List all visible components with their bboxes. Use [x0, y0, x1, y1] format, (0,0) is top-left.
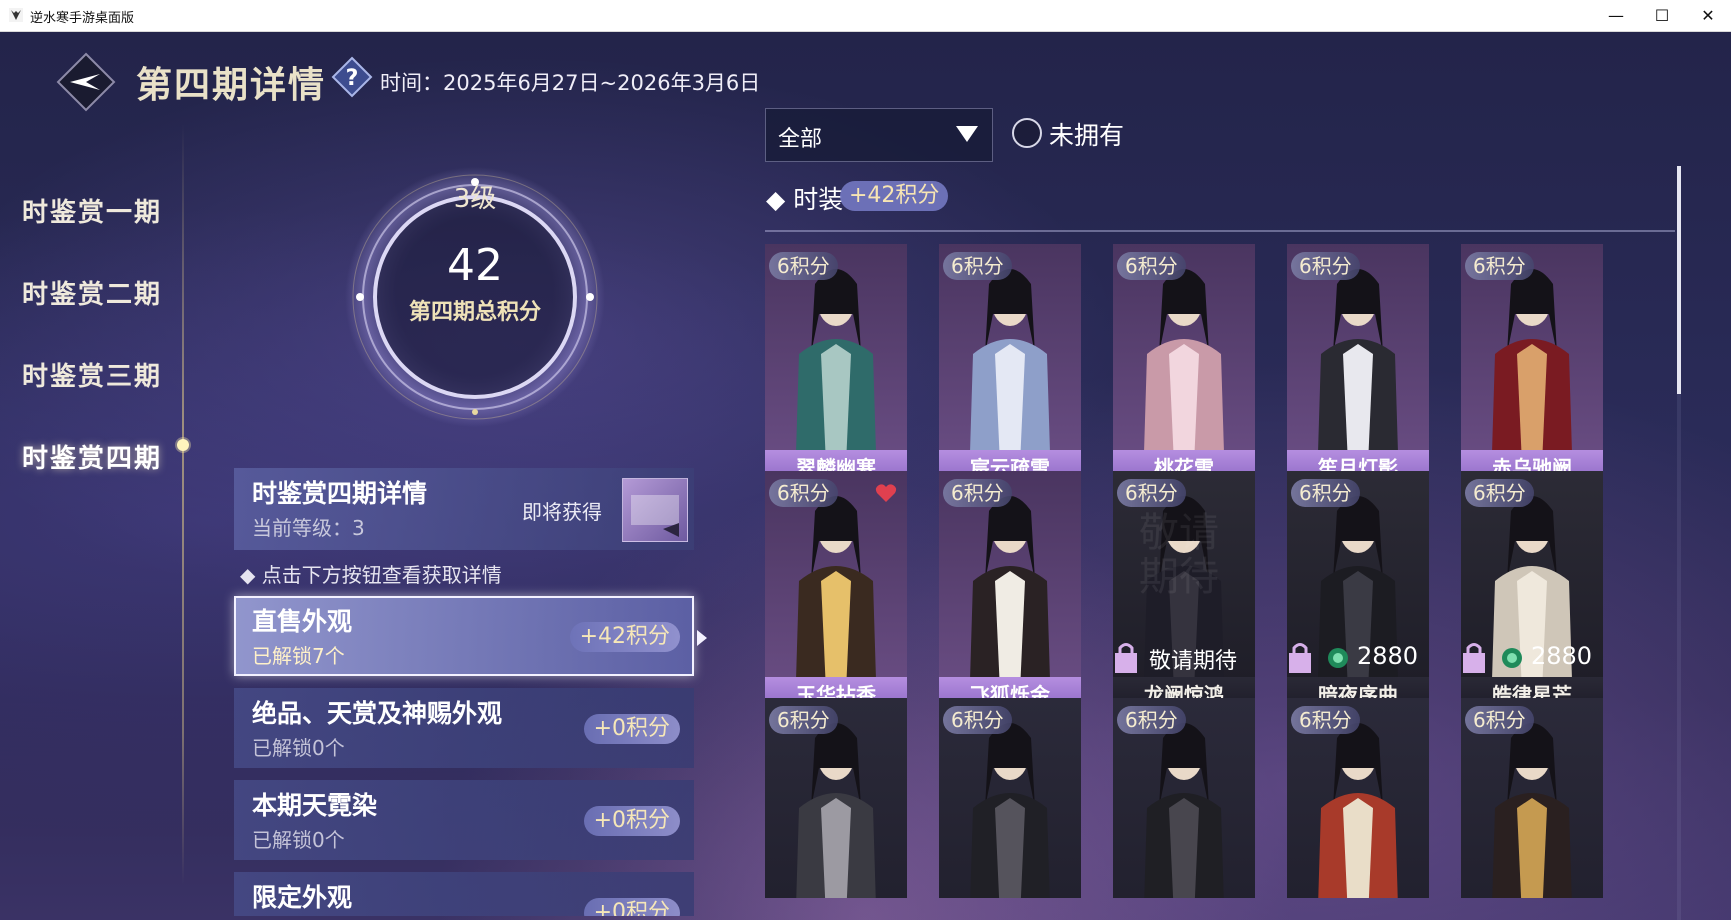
filter-dropdown[interactable]: 全部	[765, 108, 993, 162]
window-titlebar: 逆水寒手游桌面版 — ☐ ✕	[0, 0, 1731, 32]
outfit-card[interactable]: 6积分 赤乌驰阙	[1461, 244, 1603, 486]
score-total: 42	[447, 240, 503, 291]
points-badge: 6积分	[769, 252, 838, 280]
section-divider	[765, 230, 1675, 232]
points-badge: 6积分	[769, 479, 838, 507]
points-badge: 6积分	[1117, 479, 1186, 507]
outfit-card[interactable]: 6积分	[1113, 698, 1255, 898]
category-limited[interactable]: 限定外观 +0积分	[234, 872, 694, 916]
category-title: 直售外观	[252, 607, 353, 636]
app-icon	[9, 8, 23, 22]
window-title: 逆水寒手游桌面版	[30, 11, 135, 26]
category-sub: 已解锁7个	[252, 644, 345, 668]
points-badge: 6积分	[943, 479, 1012, 507]
category-points: +0积分	[583, 714, 680, 744]
hint-text: ◆ 点击下方按钮查看获取详情	[240, 563, 502, 587]
category-points: +42积分	[569, 622, 680, 652]
points-badge: 6积分	[1465, 706, 1534, 734]
coming-soon-text: 敬请期待	[1149, 649, 1238, 674]
points-badge: 6积分	[943, 706, 1012, 734]
category-title: 绝品、天赏及神赐外观	[252, 699, 503, 728]
unowned-label[interactable]: 未拥有	[1049, 116, 1124, 152]
dropdown-arrow-icon	[956, 126, 978, 142]
category-points: +0积分	[583, 898, 680, 916]
maximize-button[interactable]: ☐	[1639, 0, 1685, 31]
jade-currency-icon	[1502, 648, 1522, 668]
game-stage: 第四期详情 ? 时间：2025年6月27日~2026年3月6日 时鉴赏一期 时鉴…	[0, 32, 1731, 920]
svg-text:?: ?	[346, 66, 359, 91]
nav-divider	[182, 124, 184, 884]
points-badge: 6积分	[1117, 252, 1186, 280]
help-question-icon[interactable]: ?	[331, 56, 373, 98]
score-label: 第四期总积分	[408, 299, 541, 325]
nav-item-period-2[interactable]: 时鉴赏二期	[22, 274, 162, 311]
points-badge: 6积分	[769, 706, 838, 734]
unowned-radio[interactable]	[1012, 118, 1042, 148]
section-title: ◆ 时装	[766, 185, 844, 214]
reward-card-icon	[631, 495, 679, 537]
lock-icon	[1115, 643, 1137, 673]
nav-item-period-1[interactable]: 时鉴赏一期	[22, 192, 162, 229]
detail-title: 时鉴赏四期详情	[252, 479, 428, 508]
lock-icon	[1289, 643, 1311, 673]
outfit-card[interactable]: 6积分 飞狐烁金	[939, 471, 1081, 713]
minimize-button[interactable]: —	[1593, 0, 1639, 31]
section-title-text: 时装	[793, 185, 844, 214]
points-badge: 6积分	[943, 252, 1012, 280]
category-premium[interactable]: 绝品、天赏及神赐外观 已解锁0个 +0积分	[234, 688, 694, 768]
outfit-card[interactable]: 6积分 2880 暗夜序曲	[1287, 471, 1429, 713]
detail-upcoming-label: 即将获得	[522, 500, 602, 524]
points-badge: 6积分	[1291, 706, 1360, 734]
jade-currency-icon	[1328, 648, 1348, 668]
active-marker-icon	[175, 437, 191, 453]
outfit-grid: 6积分 翠麟幽寒 6积分 宸云疏雪 6积分 桃花雪 6积分 笙月灯影 6积分 赤乌驰阙 6积分 玉华拈…	[765, 244, 1677, 916]
page-title: 第四期详情	[136, 64, 327, 106]
period-detail-card[interactable]: 时鉴赏四期详情 当前等级：3 即将获得	[234, 468, 694, 550]
points-badge: 6积分	[1465, 479, 1534, 507]
category-points: +0积分	[583, 806, 680, 836]
outfit-card[interactable]: 6积分 宸云疏雪	[939, 244, 1081, 486]
scrollbar-thumb[interactable]	[1677, 166, 1681, 394]
points-badge: 6积分	[1465, 252, 1534, 280]
category-sub: 已解锁0个	[252, 736, 345, 760]
section-points: +42积分	[840, 181, 949, 211]
coming-soon-watermark: 敬请期待	[1139, 510, 1219, 600]
outfit-card[interactable]: 6积分 笙月灯影	[1287, 244, 1429, 486]
category-direct-sale[interactable]: 直售外观 已解锁7个 +42积分	[234, 596, 694, 676]
outfit-card[interactable]: 6积分 翠麟幽寒	[765, 244, 907, 486]
nav-item-period-3[interactable]: 时鉴赏三期	[22, 356, 162, 393]
category-dye[interactable]: 本期天霓染 已解锁0个 +0积分	[234, 780, 694, 860]
outfit-card[interactable]: 6积分	[1461, 698, 1603, 898]
outfit-card[interactable]: 敬请期待 6积分 敬请期待 龙阙惊鸿	[1113, 471, 1255, 713]
points-badge: 6积分	[1291, 252, 1360, 280]
close-button[interactable]: ✕	[1685, 0, 1731, 31]
detail-current-level: 当前等级：3	[252, 516, 365, 540]
dropdown-value: 全部	[778, 127, 823, 152]
nav-item-period-4[interactable]: 时鉴赏四期	[22, 438, 162, 475]
scrollbar[interactable]	[1677, 166, 1681, 920]
outfit-price: 2880	[1531, 642, 1593, 670]
points-badge: 6积分	[1117, 706, 1186, 734]
outfit-card[interactable]: 6积分 玉华拈香	[765, 471, 907, 713]
lock-icon	[1463, 643, 1485, 673]
outfit-card[interactable]: 6积分 桃花雪	[1113, 244, 1255, 486]
heart-icon[interactable]	[875, 483, 897, 503]
selected-arrow-icon	[697, 630, 707, 646]
outfit-card[interactable]: 6积分	[939, 698, 1081, 898]
outfit-price: 2880	[1357, 642, 1419, 670]
score-level: 3级	[453, 184, 497, 214]
period-text: 时间：2025年6月27日~2026年3月6日	[380, 71, 761, 95]
outfit-card[interactable]: 6积分 2880 皓律星芒	[1461, 471, 1603, 713]
category-limited-clip: 限定外观 +0积分	[234, 872, 694, 916]
upcoming-reward-item[interactable]	[622, 478, 688, 542]
outfit-card[interactable]: 6积分	[1287, 698, 1429, 898]
points-badge: 6积分	[1291, 479, 1360, 507]
category-title: 限定外观	[252, 883, 353, 912]
category-sub: 已解锁0个	[252, 828, 345, 852]
back-arrow-icon[interactable]	[56, 52, 116, 112]
outfit-card[interactable]: 6积分	[765, 698, 907, 898]
category-title: 本期天霓染	[252, 791, 378, 820]
